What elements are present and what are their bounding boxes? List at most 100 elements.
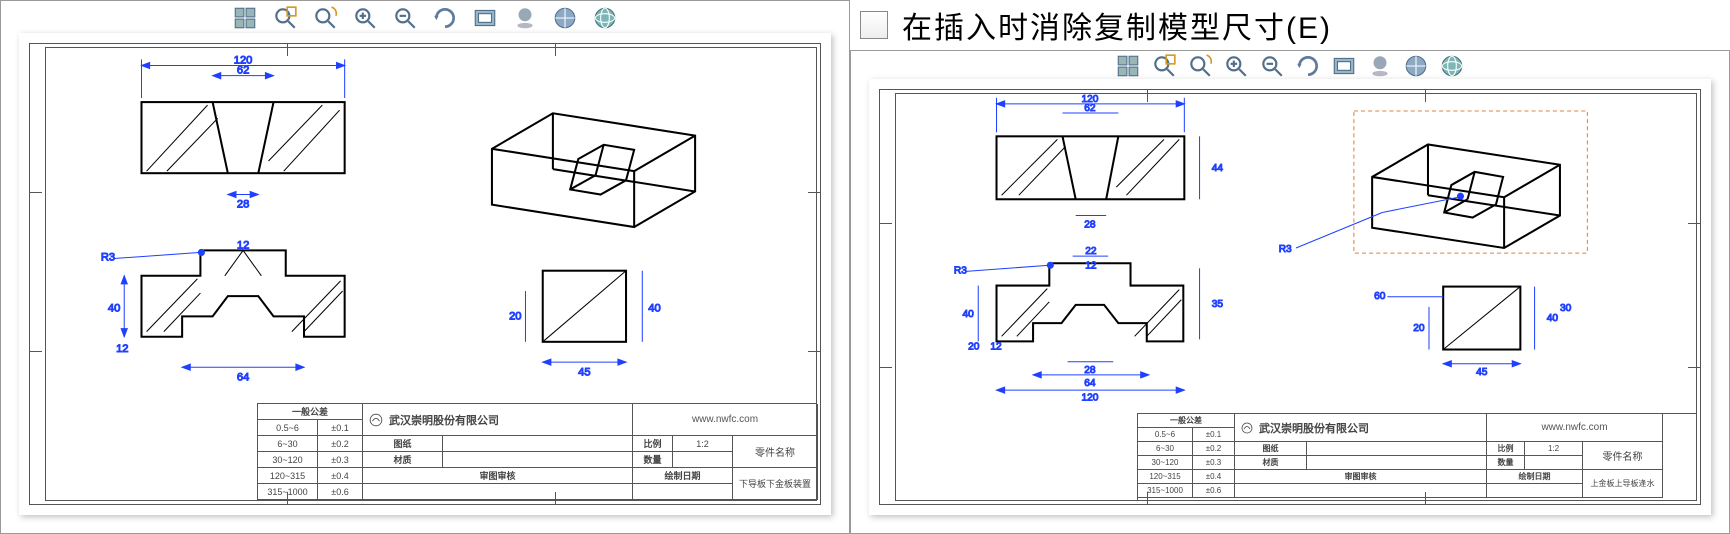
globe-icon[interactable] <box>1439 53 1465 79</box>
dim-r-top-drop: 28 <box>1084 220 1096 231</box>
tol-range-3: 120~315 <box>258 468 318 484</box>
right-drawing-panel: 120 62 44 28 <box>850 50 1730 534</box>
tol-range-0: 0.5~6 <box>1138 428 1193 442</box>
drawing-sheet-left[interactable]: 120 62 28 <box>19 33 831 515</box>
dim-front-h: 40 <box>108 302 120 314</box>
dim-front-step: 12 <box>116 343 128 355</box>
shadow-icon[interactable] <box>510 3 540 33</box>
dim-r-front-step2: 12 <box>990 342 1002 353</box>
company-cell: 武汉崇明股份有限公司 <box>1235 414 1487 442</box>
tol-val-1: ±0.2 <box>1193 442 1235 456</box>
dim-side-h: 40 <box>648 302 660 314</box>
dim-side-w: 45 <box>578 366 590 378</box>
date-label: 绘制日期 <box>1487 470 1583 484</box>
zoom-in-icon[interactable] <box>350 3 380 33</box>
company-name: 武汉崇明股份有限公司 <box>1259 420 1369 436</box>
url-cell: www.nwfc.com <box>633 404 818 436</box>
date-val <box>1487 484 1583 498</box>
ratio-label: 比例 <box>633 436 673 452</box>
qty-label: 数量 <box>633 452 673 468</box>
shadow-icon[interactable] <box>1367 53 1393 79</box>
extents-icon[interactable] <box>470 3 500 33</box>
tol-val-2: ±0.3 <box>318 452 363 468</box>
arrange-icon[interactable] <box>230 3 260 33</box>
qty-val <box>673 452 733 468</box>
dim-r-side-step: 20 <box>1413 323 1425 334</box>
dim-r-front-h2: 35 <box>1212 299 1224 310</box>
zoom-rotate-icon[interactable] <box>310 3 340 33</box>
tol-val-1: ±0.2 <box>318 436 363 452</box>
part-footer-left: 下导板下金板装置 <box>733 468 818 500</box>
dim-r: R3 <box>101 252 115 264</box>
tol-range-2: 30~120 <box>1138 456 1193 470</box>
dim-top-inner: 62 <box>237 65 249 77</box>
dim-r-front-step: 20 <box>968 342 980 353</box>
zoom-area-icon[interactable] <box>270 3 300 33</box>
dim-r-front-full: 120 <box>1081 392 1098 403</box>
zoom-rotate-icon[interactable] <box>1187 53 1213 79</box>
tol-val-4: ±0.6 <box>318 484 363 500</box>
dim-side-step: 20 <box>509 310 521 322</box>
part-name-label: 零件名称 <box>1583 442 1663 470</box>
dim-r-slot-w: 22 <box>1085 246 1097 257</box>
material-label: 材质 <box>1235 456 1307 470</box>
material-val <box>443 452 633 468</box>
material-val <box>1307 456 1487 470</box>
zoom-in-icon[interactable] <box>1223 53 1249 79</box>
display-icon[interactable] <box>550 3 580 33</box>
part-name-label: 零件名称 <box>733 436 818 468</box>
view-toolbar-right <box>1115 53 1465 79</box>
dim-r-front-w: 64 <box>1084 378 1096 389</box>
tol-range-2: 30~120 <box>258 452 318 468</box>
tol-val-0: ±0.1 <box>1193 428 1235 442</box>
dim-r-iso-r: R3 <box>1279 244 1292 255</box>
title-block-right: 一般公差 武汉崇明股份有限公司 www.nwfc.com 0.5~6 ±0.1 … <box>1137 413 1697 501</box>
ratio-val: 1:2 <box>1525 442 1583 456</box>
company-name: 武汉崇明股份有限公司 <box>389 412 499 428</box>
extents-icon[interactable] <box>1331 53 1357 79</box>
tol-range-3: 120~315 <box>1138 470 1193 484</box>
arrange-icon[interactable] <box>1115 53 1141 79</box>
dim-r-r1: R3 <box>954 265 967 276</box>
tolerance-header: 一般公差 <box>1138 414 1235 428</box>
checkbox-eliminate-dup[interactable] <box>860 11 888 39</box>
zoom-out-icon[interactable] <box>1259 53 1285 79</box>
dim-r-side-w: 45 <box>1476 367 1488 378</box>
url-cell: www.nwfc.com <box>1487 414 1663 442</box>
display-icon[interactable] <box>1403 53 1429 79</box>
dim-front-w: 64 <box>237 371 249 383</box>
dim-r-under-w: 28 <box>1084 365 1096 376</box>
tol-val-4: ±0.6 <box>1193 484 1235 498</box>
rotate-icon[interactable] <box>430 3 460 33</box>
tol-val-2: ±0.3 <box>1193 456 1235 470</box>
tol-val-3: ±0.4 <box>1193 470 1235 484</box>
drawing-sheet-right[interactable]: 120 62 44 28 <box>869 79 1711 515</box>
review-val <box>363 484 633 500</box>
globe-icon[interactable] <box>590 3 620 33</box>
drawing-views-right: 120 62 44 28 <box>895 93 1697 403</box>
drawn-label: 图纸 <box>363 436 443 452</box>
view-toolbar <box>230 3 620 33</box>
drawn-val <box>443 436 633 452</box>
drawn-label: 图纸 <box>1235 442 1307 456</box>
review-label: 审图审核 <box>363 468 633 484</box>
zoom-area-icon[interactable] <box>1151 53 1177 79</box>
company-logo-icon <box>369 413 383 427</box>
tol-range-4: 315~1000 <box>1138 484 1193 498</box>
dim-r-side-inner: 30 <box>1560 303 1572 314</box>
review-label: 审图审核 <box>1235 470 1487 484</box>
dim-r-top-inner: 62 <box>1084 103 1096 114</box>
date-label: 绘制日期 <box>633 468 733 484</box>
tol-val-0: ±0.1 <box>318 420 363 436</box>
zoom-out-icon[interactable] <box>390 3 420 33</box>
ratio-val: 1:2 <box>673 436 733 452</box>
dim-r-top-h: 44 <box>1212 163 1224 174</box>
drawing-views: 120 62 28 <box>45 47 817 403</box>
tol-range-1: 6~30 <box>1138 442 1193 456</box>
rotate-icon[interactable] <box>1295 53 1321 79</box>
checkbox-eliminate-dup-label: 在插入时消除复制模型尺寸(E) <box>902 3 1332 47</box>
left-drawing-panel: 120 62 28 <box>0 0 850 534</box>
part-footer-right: 上金板上导板逢水 <box>1583 470 1663 498</box>
title-block: 一般公差 武汉崇明股份有限公司 www.nwfc.com 0.5~6 ±0.1 … <box>257 403 817 501</box>
dim-r-slot-d: 12 <box>1085 260 1097 271</box>
